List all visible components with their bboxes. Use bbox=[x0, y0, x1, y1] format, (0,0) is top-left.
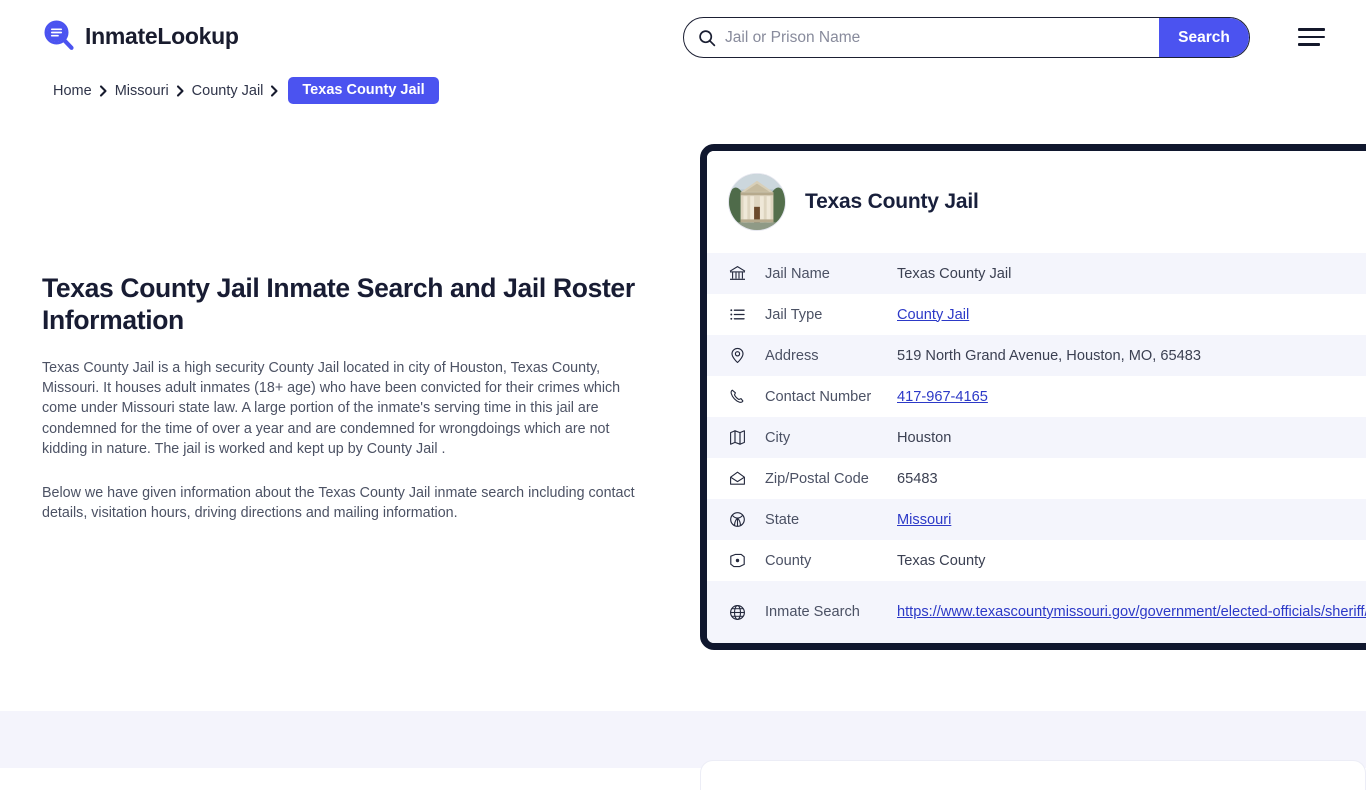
info-row-address: Address 519 North Grand Avenue, Houston,… bbox=[707, 335, 1366, 376]
info-row-value: Houston bbox=[897, 429, 952, 446]
info-row-city: City Houston bbox=[707, 417, 1366, 458]
info-row-value: Texas County Jail bbox=[897, 265, 1012, 282]
card-title: Texas County Jail bbox=[805, 190, 979, 213]
breadcrumb-item-county-jail[interactable]: County Jail bbox=[192, 83, 264, 99]
search-button[interactable]: Search bbox=[1159, 18, 1249, 57]
globe-icon bbox=[728, 603, 747, 622]
page-title: Texas County Jail Inmate Search and Jail… bbox=[42, 273, 635, 335]
search-list-logo-icon bbox=[42, 19, 76, 53]
info-row-label: State bbox=[765, 511, 800, 528]
map-pin-icon bbox=[728, 346, 747, 365]
info-row-inmate-search: Inmate Search https://www.texascountymis… bbox=[707, 581, 1366, 643]
info-row-jail-name: Jail Name Texas County Jail bbox=[707, 253, 1366, 294]
info-row-value: 65483 bbox=[897, 470, 938, 487]
search-input[interactable] bbox=[716, 18, 1159, 57]
info-row-contact-number: Contact Number 417-967-4165 bbox=[707, 376, 1366, 417]
info-row-zip: Zip/Postal Code 65483 bbox=[707, 458, 1366, 499]
jail-info-rows: Jail Name Texas County Jail Jail Type Co… bbox=[707, 253, 1366, 643]
hamburger-menu-icon[interactable] bbox=[1298, 26, 1328, 48]
info-row-label: Address bbox=[765, 347, 819, 364]
bank-icon bbox=[728, 264, 747, 283]
county-icon bbox=[728, 551, 747, 570]
brand-name: InmateLookup bbox=[85, 22, 239, 49]
next-section-card bbox=[700, 760, 1366, 790]
info-row-label: County bbox=[765, 552, 812, 569]
courthouse-photo-avatar bbox=[728, 173, 786, 231]
search-bar[interactable]: Search bbox=[683, 17, 1250, 58]
envelope-icon bbox=[728, 469, 747, 488]
description-paragraph-1: Texas County Jail is a high security Cou… bbox=[42, 360, 621, 457]
info-row-label: Inmate Search bbox=[765, 604, 860, 620]
breadcrumb: Home Missouri County Jail Texas County J… bbox=[53, 77, 439, 104]
info-row-value-link[interactable]: 417-967-4165 bbox=[897, 389, 1366, 405]
description-paragraph-2: Below we have given information about th… bbox=[42, 485, 635, 522]
info-row-value: Texas County bbox=[897, 552, 986, 569]
info-row-label: Jail Type bbox=[765, 306, 823, 323]
chevron-right-icon bbox=[270, 84, 279, 97]
hamburger-line bbox=[1298, 28, 1325, 31]
info-row-value-link[interactable]: https://www.texascountymissouri.gov/gove… bbox=[897, 600, 1366, 624]
breadcrumb-item-current: Texas County Jail bbox=[288, 77, 439, 104]
jail-info-card: Texas County Jail Jail Name Texas County… bbox=[700, 144, 1366, 650]
info-row-value: 519 North Grand Avenue, Houston, MO, 654… bbox=[897, 347, 1201, 364]
info-row-label: Contact Number bbox=[765, 388, 872, 405]
info-row-jail-type: Jail Type County Jail bbox=[707, 294, 1366, 335]
info-row-label: City bbox=[765, 429, 791, 446]
breadcrumb-item-home[interactable]: Home bbox=[53, 83, 92, 99]
hamburger-line bbox=[1298, 43, 1320, 46]
map-icon bbox=[728, 428, 747, 447]
info-row-label: Jail Name bbox=[765, 265, 830, 282]
site-header: InmateLookup Search bbox=[0, 0, 1366, 72]
phone-icon bbox=[728, 387, 747, 406]
info-row-state: State Missouri bbox=[707, 499, 1366, 540]
card-header: Texas County Jail bbox=[707, 151, 1366, 253]
hamburger-line bbox=[1298, 35, 1325, 39]
main-content-column: Texas County Jail Inmate Search and Jail… bbox=[42, 272, 638, 523]
info-row-value-link[interactable]: County Jail bbox=[897, 307, 1366, 323]
globe-shield-icon bbox=[728, 510, 747, 529]
brand-logo-link[interactable]: InmateLookup bbox=[42, 19, 239, 53]
info-row-label: Zip/Postal Code bbox=[765, 470, 869, 487]
chevron-right-icon bbox=[99, 84, 108, 97]
info-row-value-link[interactable]: Missouri bbox=[897, 512, 1366, 528]
search-icon bbox=[698, 29, 716, 47]
list-icon bbox=[728, 305, 747, 324]
breadcrumb-item-missouri[interactable]: Missouri bbox=[115, 83, 169, 99]
chevron-right-icon bbox=[176, 84, 185, 97]
info-row-county: County Texas County bbox=[707, 540, 1366, 581]
